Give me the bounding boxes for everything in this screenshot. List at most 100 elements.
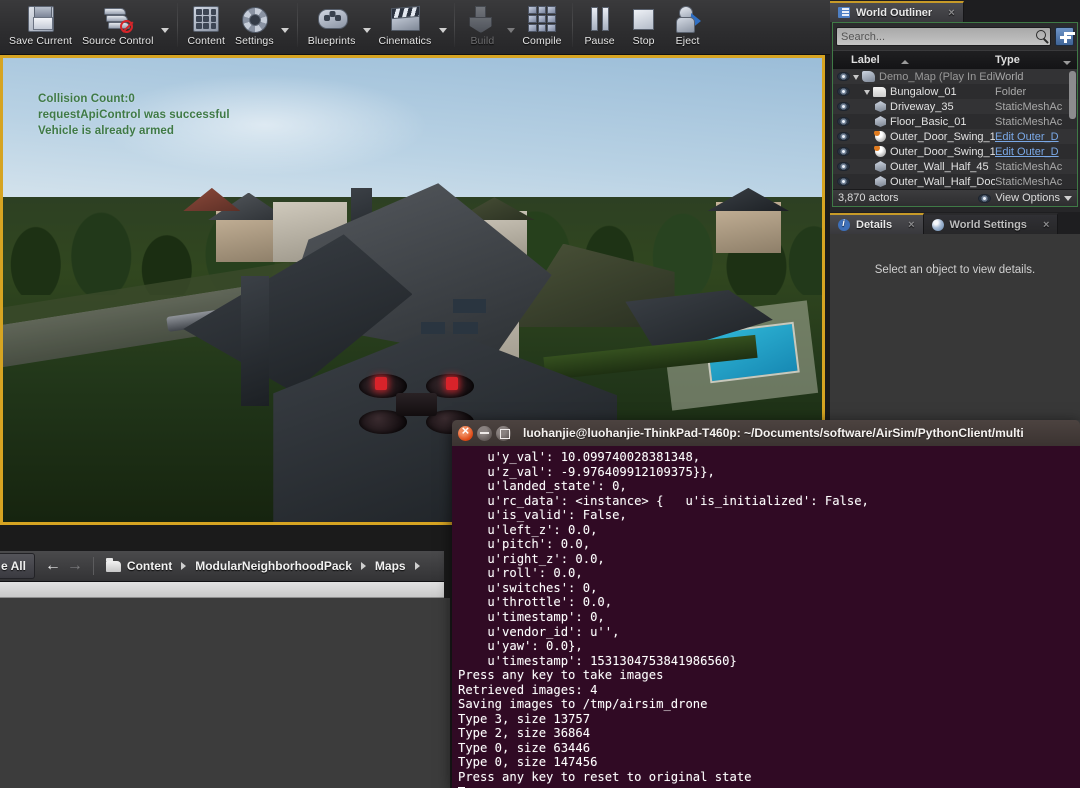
outliner-row-label: Outer_Wall_Half_45 (853, 161, 995, 173)
table-row[interactable]: Driveway_35 StaticMeshAc (833, 99, 1077, 114)
cinematics-dropdown-arrow[interactable] (436, 0, 449, 52)
eye-icon[interactable] (837, 177, 850, 186)
main-house-window-3 (453, 322, 478, 335)
column-header-type[interactable]: Type (995, 54, 1077, 66)
eye-icon[interactable] (837, 117, 850, 126)
table-row[interactable]: Bungalow_01 Folder (833, 84, 1077, 99)
pause-icon (589, 4, 611, 34)
search-icon (1036, 30, 1046, 40)
table-row[interactable]: Outer_Wall_Half_45 StaticMeshAc (833, 159, 1077, 174)
column-header-type-text: Type (995, 54, 1020, 66)
eye-icon[interactable] (837, 162, 850, 171)
blueprints-dropdown-arrow[interactable] (360, 0, 373, 52)
mesh-icon (875, 176, 886, 187)
content-button[interactable]: Content (183, 0, 230, 52)
view-options-button[interactable]: View Options (978, 192, 1072, 204)
terminal-body[interactable]: u'y_val': 10.099740028381348, u'z_val': … (452, 446, 1080, 788)
toolbar-separator-2 (296, 3, 298, 47)
save-all-button[interactable]: e All (0, 553, 35, 579)
tab-world-outliner[interactable]: World Outliner × (830, 1, 964, 22)
eye-icon[interactable] (837, 87, 850, 96)
table-row[interactable]: Outer_Wall_Half_Door_ StaticMeshAc (833, 174, 1077, 189)
details-close-icon[interactable]: × (908, 219, 914, 231)
breadcrumb-chevron-2-icon (360, 562, 366, 570)
source-control-dropdown-arrow[interactable] (159, 0, 172, 52)
breadcrumb: Content ModularNeighborhoodPack Maps (96, 557, 429, 573)
content-browser-body[interactable] (0, 598, 450, 788)
settings-button[interactable]: Settings (230, 0, 279, 52)
tab-details-label: Details (856, 218, 893, 231)
breadcrumb-modularneighborhoodpack[interactable]: ModularNeighborhoodPack (195, 559, 352, 573)
table-row[interactable]: Outer_Door_Swing_11 Edit Outer_D (833, 129, 1077, 144)
tab-details[interactable]: Details × (830, 213, 924, 234)
source-control-icon (103, 4, 133, 34)
breadcrumb-content[interactable]: Content (127, 559, 172, 573)
drone-led-right (446, 377, 458, 391)
toolbar-separator-1 (176, 3, 178, 47)
close-icon[interactable]: × (948, 7, 954, 19)
build-button[interactable]: Build (460, 0, 504, 52)
search-input[interactable]: Search... (836, 27, 1051, 46)
outliner-search-row: Search... (833, 23, 1077, 50)
chevron-down-icon (1064, 195, 1072, 201)
breadcrumb-maps[interactable]: Maps (375, 559, 406, 573)
folder-icon (105, 557, 121, 572)
overlay-line-armed: Vehicle is already armed (38, 125, 175, 137)
search-placeholder: Search... (841, 30, 886, 43)
path-divider (92, 557, 94, 575)
breadcrumb-chevron-3-icon (414, 562, 420, 570)
blueprint-actor-icon (874, 130, 886, 142)
eye-icon[interactable] (837, 102, 850, 111)
outliner-scrollbar[interactable] (1069, 71, 1076, 119)
pause-button[interactable]: Pause (578, 0, 622, 52)
maximize-icon[interactable] (496, 425, 511, 441)
blueprints-button[interactable]: Blueprints (303, 0, 361, 52)
world-settings-close-icon[interactable]: × (1043, 219, 1049, 231)
disclosure-triangle-icon[interactable] (853, 75, 859, 80)
gear-icon (241, 4, 269, 34)
save-current-button[interactable]: Save Current (4, 0, 77, 52)
minimize-icon[interactable] (477, 425, 492, 441)
column-header-label[interactable]: Label (833, 54, 995, 66)
tab-world-settings[interactable]: World Settings × (923, 213, 1059, 234)
actor-count-label: 3,870 actors (838, 192, 899, 204)
terminal-title-label: luohanjie@luohanjie-ThinkPad-T460p: ~/Do… (523, 426, 1024, 440)
outliner-list[interactable]: Demo_Map (Play In Editor)WorldBungalow_0… (833, 69, 1077, 189)
add-actor-button[interactable] (1055, 27, 1074, 46)
cinematics-button[interactable]: Cinematics (373, 0, 436, 52)
terminal-titlebar[interactable]: luohanjie@luohanjie-ThinkPad-T460p: ~/Do… (452, 420, 1080, 446)
terminal-window[interactable]: luohanjie@luohanjie-ThinkPad-T460p: ~/Do… (452, 420, 1080, 788)
compile-button[interactable]: Compile (517, 0, 566, 52)
blueprints-icon (317, 4, 348, 34)
table-row[interactable]: Floor_Basic_01 StaticMeshAc (833, 114, 1077, 129)
close-icon[interactable] (458, 423, 473, 441)
eye-icon[interactable] (837, 132, 850, 141)
eye-icon[interactable] (837, 147, 850, 156)
outliner-row-edit-link[interactable]: Edit Outer_D (995, 146, 1077, 158)
compile-label: Compile (522, 35, 562, 47)
outliner-row-label-text: Floor_Basic_01 (890, 115, 967, 128)
source-control-label: Source Control (82, 35, 154, 47)
eject-button[interactable]: Eject (666, 0, 710, 52)
drone-body (395, 392, 438, 416)
disclosure-triangle-icon[interactable] (864, 90, 870, 95)
back-arrow-icon[interactable]: ← (45, 558, 61, 574)
outliner-row-label-text: Driveway_35 (890, 100, 954, 113)
outliner-row-type: Folder (995, 85, 1027, 98)
table-row[interactable]: Outer_Door_Swing_12 Edit Outer_D (833, 144, 1077, 159)
app-root: Save Current Source Control Content Sett… (0, 0, 1080, 788)
eye-icon[interactable] (837, 72, 850, 81)
build-label: Build (470, 35, 495, 47)
forward-arrow-icon[interactable]: → (67, 558, 83, 574)
build-icon (469, 4, 495, 34)
build-dropdown-arrow[interactable] (504, 0, 517, 52)
main-house-window-2 (420, 322, 446, 335)
source-control-button[interactable]: Source Control (77, 0, 158, 52)
outliner-row-label: Floor_Basic_01 (853, 116, 995, 128)
stop-button[interactable]: Stop (622, 0, 666, 52)
content-browser-light-strip (0, 582, 444, 598)
table-row[interactable]: Demo_Map (Play In Editor)World (833, 69, 1077, 84)
outliner-row-edit-link[interactable]: Edit Outer_D (995, 131, 1077, 143)
settings-dropdown-arrow[interactable] (279, 0, 292, 52)
info-icon (838, 218, 850, 231)
